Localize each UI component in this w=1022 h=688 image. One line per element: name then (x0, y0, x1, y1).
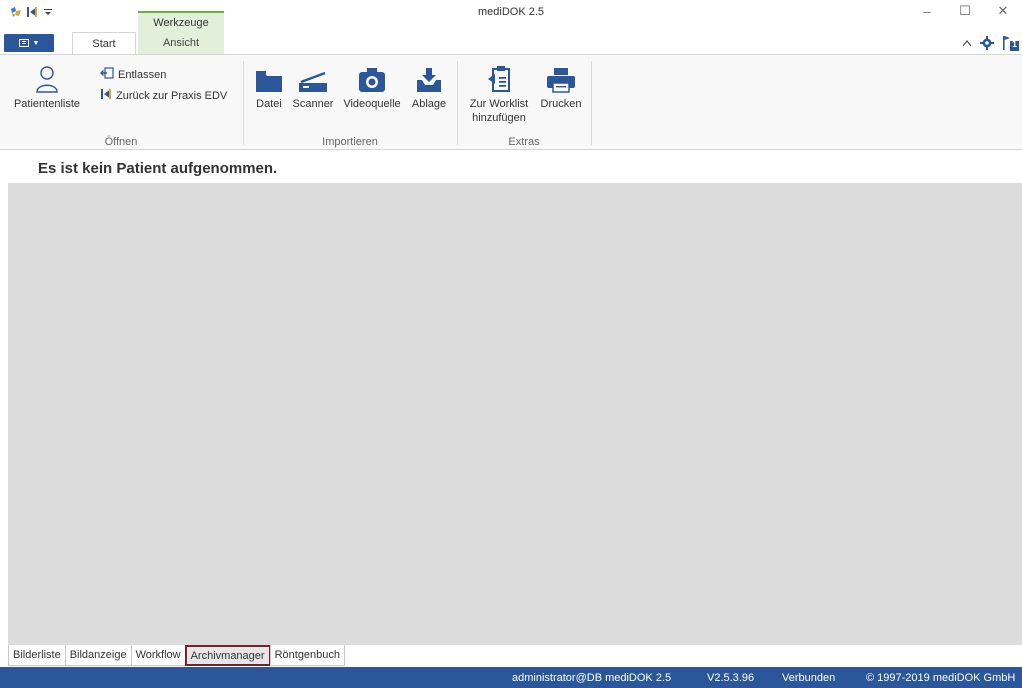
menu-icon (18, 39, 29, 47)
group-label-extras: Extras (508, 136, 540, 148)
worklist-add-icon (487, 63, 511, 93)
ribbon-group-extras: Zur Worklist hinzufügen Drucken Extras (458, 55, 590, 151)
datei-button[interactable]: Datei (253, 63, 285, 110)
context-group-label: Werkzeuge (153, 17, 209, 29)
notification-count: 1 (1012, 39, 1018, 49)
scanner-button[interactable]: Scanner (289, 63, 337, 110)
tab-archivmanager[interactable]: Archivmanager (184, 645, 271, 666)
tab-bilderliste[interactable]: Bilderliste (8, 645, 66, 666)
notification-flag-icon[interactable]: 1 (1002, 35, 1020, 51)
patient-header: Es ist kein Patient aufgenommen. (0, 151, 1022, 183)
bottom-tab-bar: Bilderliste Bildanzeige Workflow Archivm… (8, 645, 1022, 667)
status-version: V2.5.3.96 (707, 672, 755, 684)
close-button[interactable]: ✕ (984, 0, 1022, 22)
no-patient-message: Es ist kein Patient aufgenommen. (38, 160, 278, 177)
tab-roentgenbuch[interactable]: Röntgenbuch (269, 645, 346, 666)
maximize-button[interactable]: ☐ (946, 0, 984, 22)
group-label-oeffnen: Öffnen (104, 136, 138, 148)
camera-icon (358, 63, 386, 93)
ablage-label: Ablage (411, 98, 447, 110)
patientenliste-button[interactable]: Patientenliste (6, 63, 88, 110)
status-user: administrator@DB mediDOK 2.5 (512, 672, 672, 684)
gear-icon[interactable] (980, 36, 994, 50)
back-to-edv-icon (100, 88, 112, 103)
minimize-button[interactable]: – (908, 0, 946, 22)
worklist-label-line1: Zur Worklist (469, 98, 529, 110)
folder-icon (255, 63, 283, 93)
chevron-down-icon: ▼ (32, 39, 40, 47)
tray-download-icon (416, 63, 442, 93)
videoquelle-button[interactable]: Videoquelle (340, 63, 404, 110)
datei-label: Datei (256, 98, 282, 110)
zur-worklist-hinzufuegen-button[interactable]: Zur Worklist hinzufügen (464, 63, 534, 124)
ribbon-group-importieren: Datei Scanner Videoquelle Ablage Importi… (244, 55, 456, 151)
ribbon: Patientenliste Entlassen Zurück zur Prax… (0, 54, 1022, 150)
entlassen-label: Entlassen (118, 68, 167, 81)
file-menu-button[interactable]: ▼ (4, 34, 54, 52)
tab-bildanzeige[interactable]: Bildanzeige (64, 645, 132, 666)
drucken-button[interactable]: Drucken (538, 63, 584, 110)
ribbon-right-tools: 1 (962, 35, 1020, 51)
status-bar: administrator@DB mediDOK 2.5 V2.5.3.96 V… (0, 667, 1022, 688)
context-tab-group: Werkzeuge Ansicht (138, 11, 224, 54)
entlassen-button[interactable]: Entlassen (100, 67, 166, 82)
videoquelle-label: Videoquelle (343, 98, 401, 110)
ribbon-group-oeffnen: Patientenliste Entlassen Zurück zur Prax… (0, 55, 242, 151)
ribbon-separator (591, 61, 592, 145)
status-copyright: © 1997-2019 mediDOK GmbH (866, 672, 1016, 684)
zurueck-praxis-edv-button[interactable]: Zurück zur Praxis EDV (100, 88, 227, 103)
tab-workflow[interactable]: Workflow (130, 645, 186, 666)
printer-icon (546, 63, 576, 93)
scanner-icon (297, 63, 329, 93)
person-icon (35, 63, 59, 93)
tab-start[interactable]: Start (72, 32, 136, 54)
patientenliste-label: Patientenliste (13, 98, 81, 110)
drucken-label: Drucken (540, 98, 582, 110)
tab-ansicht[interactable]: Ansicht (138, 37, 224, 49)
status-connection: Verbunden (782, 672, 836, 684)
window-controls: – ☐ ✕ (908, 0, 1022, 22)
main-content-area (8, 183, 1022, 645)
zurueck-label: Zurück zur Praxis EDV (116, 89, 228, 102)
ablage-button[interactable]: Ablage (408, 63, 450, 110)
collapse-ribbon-icon[interactable] (962, 39, 972, 47)
scanner-label: Scanner (292, 98, 334, 110)
discharge-icon (100, 67, 114, 82)
worklist-label-line2: hinzufügen (472, 112, 526, 124)
group-label-importieren: Importieren (322, 136, 378, 148)
